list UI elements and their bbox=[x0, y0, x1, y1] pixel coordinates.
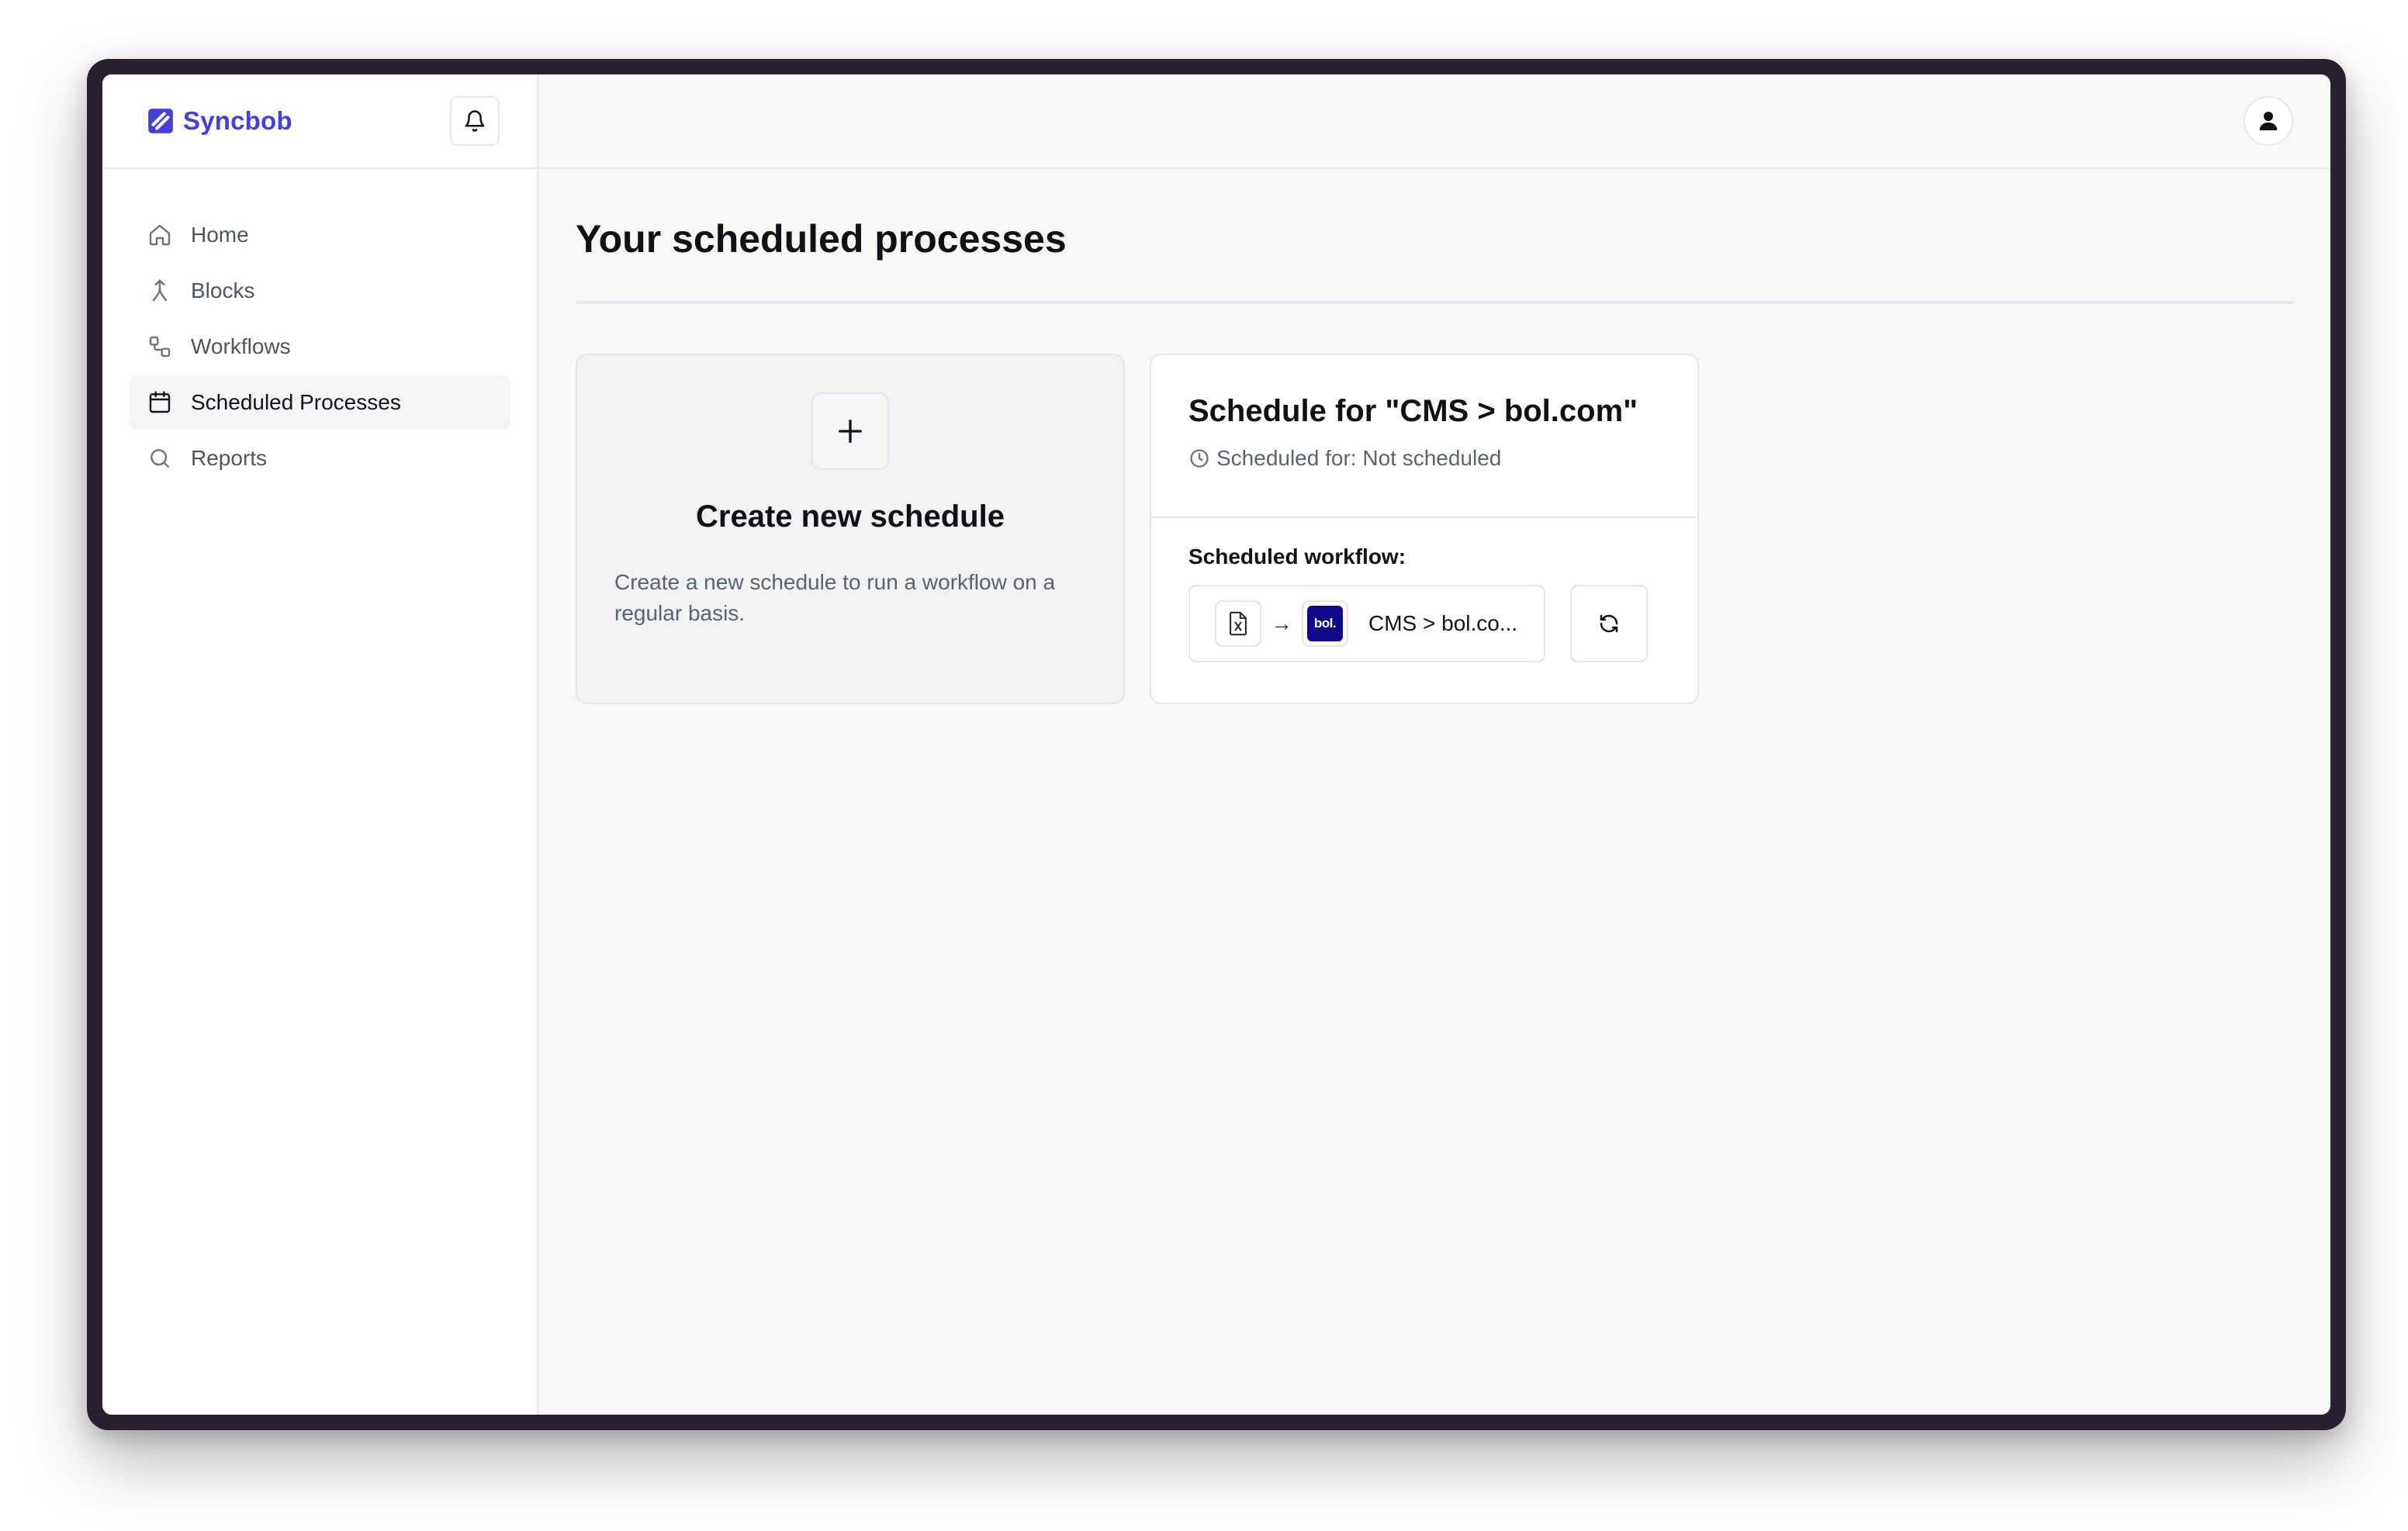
home-icon bbox=[147, 223, 172, 247]
schedule-title: Schedule for "CMS > bol.com" bbox=[1188, 394, 1638, 428]
schedule-card-body: Scheduled workflow: → bol. CMS > bol.co.… bbox=[1151, 518, 1697, 662]
search-icon bbox=[147, 446, 172, 471]
scheduled-workflow-label: Scheduled workflow: bbox=[1188, 544, 1406, 569]
create-schedule-description: Create a new schedule to run a workflow … bbox=[614, 570, 1056, 625]
plus-icon bbox=[839, 420, 862, 443]
merge-icon bbox=[147, 278, 172, 303]
sidebar-item-label: Scheduled Processes bbox=[191, 390, 401, 414]
create-schedule-title: Create new schedule bbox=[696, 499, 1005, 534]
arrow-icon: → bbox=[1271, 611, 1292, 635]
sidebar-item-scheduled-processes[interactable]: Scheduled Processes bbox=[129, 375, 510, 430]
change-workflow-button[interactable] bbox=[1570, 585, 1648, 662]
topbar bbox=[538, 74, 2330, 169]
refresh-icon bbox=[1600, 614, 1618, 633]
sidebar-item-label: Blocks bbox=[191, 278, 255, 302]
bell-icon bbox=[465, 110, 485, 132]
clock-icon bbox=[1190, 449, 1209, 468]
sidebar-header: Syncbob bbox=[102, 74, 537, 169]
sidebar-item-label: Reports bbox=[191, 446, 268, 470]
calendar-icon bbox=[147, 390, 172, 415]
source-icon-box bbox=[1215, 600, 1261, 647]
scheduled-for-text: Scheduled for: Not scheduled bbox=[1216, 446, 1502, 470]
title-divider bbox=[576, 301, 2293, 304]
app-window: Syncbob Home Blocks Workflows Scheduled … bbox=[102, 74, 2330, 1415]
sidebar-item-workflows[interactable]: Workflows bbox=[129, 320, 510, 374]
workflow-icon bbox=[147, 334, 172, 359]
device-frame: Syncbob Home Blocks Workflows Scheduled … bbox=[87, 59, 2346, 1430]
workflow-name: CMS > bol.co... bbox=[1368, 611, 1518, 635]
sidebar-item-home[interactable]: Home bbox=[129, 208, 510, 262]
sidebar-item-blocks[interactable]: Blocks bbox=[129, 264, 510, 318]
sidebar-item-label: Home bbox=[191, 223, 249, 247]
sidebar-nav: Home Blocks Workflows Scheduled Processe… bbox=[102, 169, 537, 486]
page-title: Your scheduled processes bbox=[576, 217, 1067, 261]
schedule-cards: Create new schedule Create a new schedul… bbox=[576, 354, 2293, 704]
schedule-status: Scheduled for: Not scheduled bbox=[1188, 446, 1660, 471]
schedule-card[interactable]: Schedule for "CMS > bol.com" Scheduled f… bbox=[1150, 354, 1699, 704]
content: Your scheduled processes Create new sche… bbox=[538, 208, 2330, 704]
create-schedule-card[interactable]: Create new schedule Create a new schedul… bbox=[576, 354, 1125, 704]
sidebar-item-label: Workflows bbox=[191, 334, 291, 358]
notifications-button[interactable] bbox=[450, 96, 500, 146]
workflow-row: → bol. CMS > bol.co... bbox=[1188, 585, 1660, 662]
sidebar-item-reports[interactable]: Reports bbox=[129, 431, 510, 486]
create-schedule-button[interactable] bbox=[811, 392, 889, 470]
syncbob-logo-icon bbox=[148, 109, 173, 133]
logo[interactable]: Syncbob bbox=[146, 106, 292, 136]
sidebar: Syncbob Home Blocks Workflows Scheduled … bbox=[102, 74, 538, 1415]
profile-button[interactable] bbox=[2244, 96, 2293, 146]
schedule-card-header: Schedule for "CMS > bol.com" Scheduled f… bbox=[1151, 355, 1697, 518]
bol-logo-icon: bol. bbox=[1307, 606, 1343, 641]
workflow-pill[interactable]: → bol. CMS > bol.co... bbox=[1188, 585, 1545, 662]
user-icon bbox=[2259, 112, 2278, 130]
main-area: Your scheduled processes Create new sche… bbox=[538, 74, 2330, 1415]
excel-file-icon bbox=[1230, 611, 1247, 636]
app-name: Syncbob bbox=[183, 106, 292, 135]
target-icon-box: bol. bbox=[1302, 600, 1348, 647]
